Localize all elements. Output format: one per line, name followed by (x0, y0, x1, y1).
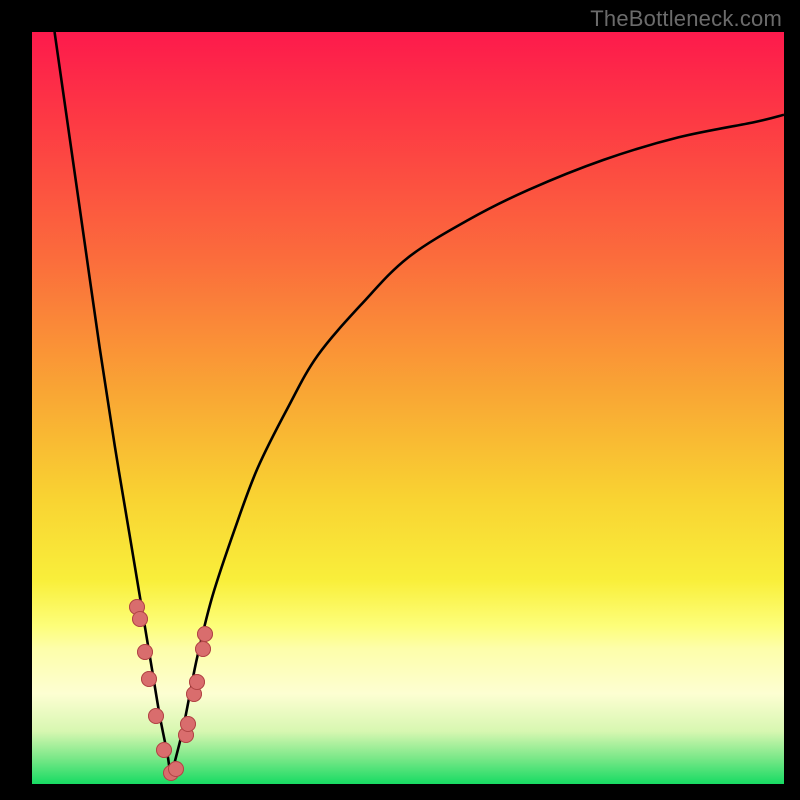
sample-dot (180, 716, 196, 732)
frame-left (0, 0, 32, 800)
frame-bottom (0, 784, 800, 800)
sample-dot (132, 611, 148, 627)
sample-dot (156, 742, 172, 758)
sample-dot (168, 761, 184, 777)
frame-right (784, 0, 800, 800)
watermark-text: TheBottleneck.com (590, 6, 782, 32)
plot-area (32, 32, 784, 784)
sample-dot (197, 626, 213, 642)
sample-dot (189, 674, 205, 690)
sample-dot (141, 671, 157, 687)
sample-dot (195, 641, 211, 657)
sample-dot (137, 644, 153, 660)
sample-dot (148, 708, 164, 724)
